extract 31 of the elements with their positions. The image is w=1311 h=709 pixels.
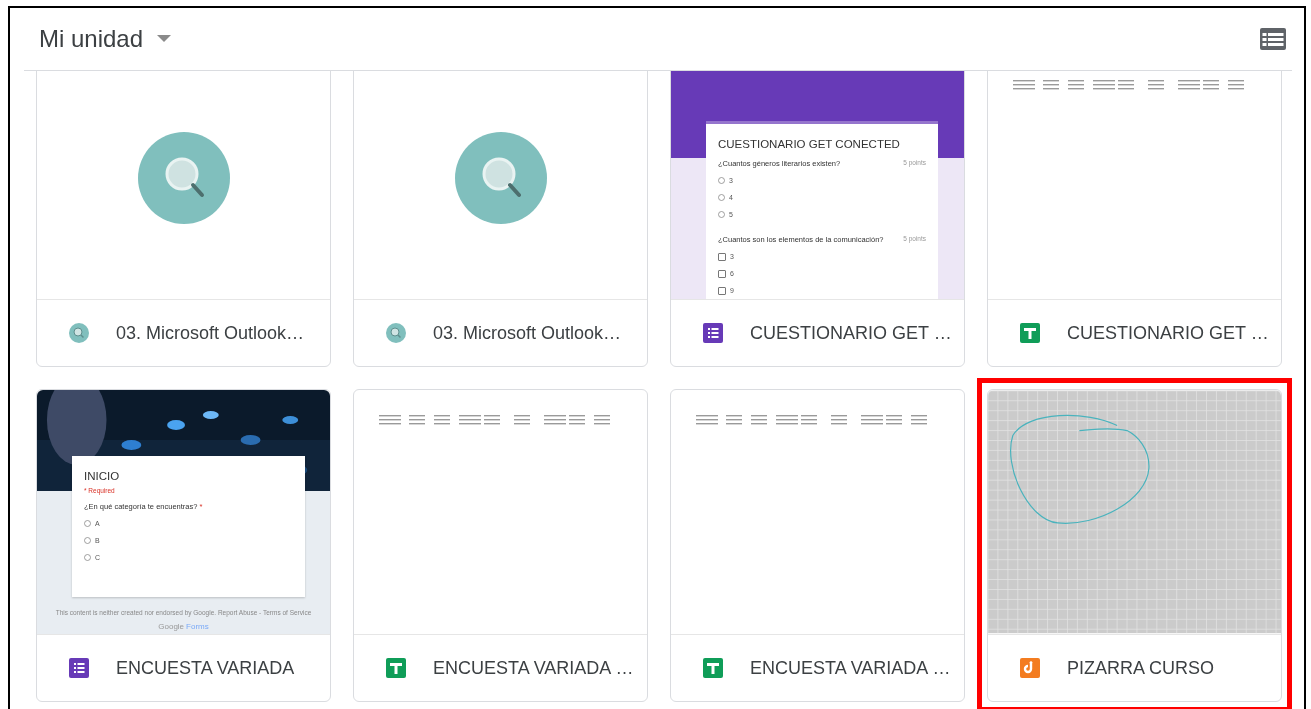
- spreadsheet-file-icon: [703, 658, 723, 678]
- list-view-icon[interactable]: [1260, 28, 1286, 50]
- form-title: CUESTIONARIO GET CONECTED: [718, 138, 901, 150]
- file-card[interactable]: ENCUESTA VARIADA …: [353, 389, 648, 702]
- brand-name: Google: [158, 622, 185, 631]
- file-name: ENCUESTA VARIADA …: [433, 657, 634, 679]
- drive-title: Mi unidad: [39, 25, 144, 53]
- magnifier-file-icon: [386, 323, 406, 343]
- file-card[interactable]: CUESTIONARIO GET …: [987, 71, 1282, 367]
- magnifier-file-icon: [69, 323, 89, 343]
- magnifier-thumbnail-icon: [455, 132, 547, 224]
- file-name: ENCUESTA VARIADA …: [750, 657, 951, 679]
- file-name: PIZARRA CURSO: [1067, 657, 1215, 679]
- form-file-icon: [69, 658, 89, 678]
- file-card[interactable]: 03. Microsoft Outlook…: [36, 71, 331, 367]
- form-title: INICIO: [84, 470, 121, 482]
- file-card[interactable]: 03. Microsoft Outlook…: [353, 71, 648, 367]
- whiteboard-file-icon: [1020, 658, 1040, 678]
- spreadsheet-file-icon: [386, 658, 406, 678]
- file-name: CUESTIONARIO GET …: [1067, 322, 1269, 344]
- file-card[interactable]: PIZARRA CURSO: [987, 389, 1282, 702]
- magnifier-thumbnail-icon: [138, 132, 230, 224]
- file-name: 03. Microsoft Outlook…: [433, 322, 622, 344]
- brand-product: Forms: [186, 622, 209, 631]
- file-name: 03. Microsoft Outlook…: [116, 322, 305, 344]
- file-name: ENCUESTA VARIADA: [116, 657, 295, 679]
- form-file-icon: [703, 323, 723, 343]
- spreadsheet-file-icon: [1020, 323, 1040, 343]
- file-card[interactable]: ENCUESTA VARIADA …: [670, 389, 965, 702]
- file-name: CUESTIONARIO GET …: [750, 322, 952, 344]
- dropdown-caret-icon[interactable]: [157, 35, 172, 43]
